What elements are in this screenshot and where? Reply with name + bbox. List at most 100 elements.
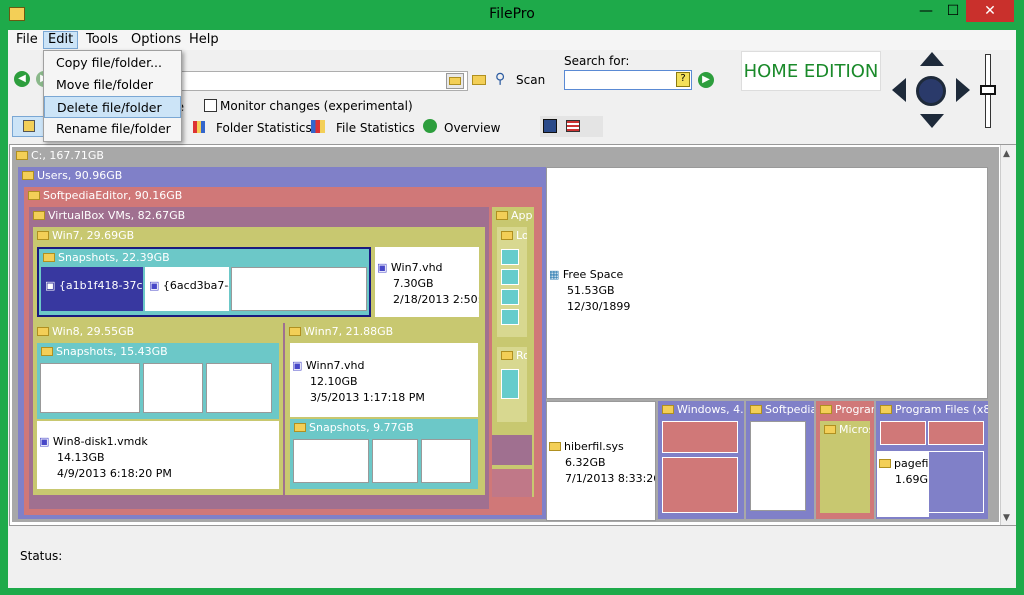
treemap-cell[interactable]	[206, 363, 272, 413]
treemap-softpedia[interactable]: Softpedia	[746, 401, 814, 519]
treemap-block[interactable]	[492, 469, 532, 497]
folder-icon	[496, 211, 508, 220]
back-icon[interactable]: ◀	[14, 71, 30, 87]
vertical-scrollbar[interactable]	[1000, 145, 1016, 525]
folder-icon	[16, 151, 28, 160]
menu-help[interactable]: Help	[185, 32, 223, 50]
nav-down-icon[interactable]	[920, 114, 944, 128]
treemap-lo[interactable]: Lo	[497, 227, 527, 337]
close-button[interactable]: ✕	[966, 0, 1014, 22]
save-toolbar	[540, 116, 603, 137]
treemap-snapshot-b[interactable]: ▣ {6acd3ba7-4	[145, 267, 229, 311]
folder-statistics-button[interactable]: Folder Statistics	[216, 121, 312, 135]
treemap-win8-disk[interactable]: ▣ Win8-disk1.vmdk 14.13GB 4/9/2013 6:18:…	[37, 421, 279, 489]
treemap-cell[interactable]	[501, 309, 519, 325]
scroll-up-icon[interactable]: ▲	[1003, 149, 1010, 159]
windows-label: Windows, 4.9	[677, 403, 744, 416]
zoom-slider[interactable]	[980, 54, 996, 128]
search-help-button[interactable]: ?	[676, 72, 690, 87]
treemap-cell[interactable]	[293, 439, 369, 483]
program-label: Program	[835, 403, 874, 416]
window-title: FilePro	[489, 6, 535, 22]
menu-item-rename[interactable]: Rename file/folder	[44, 118, 181, 140]
scan-button[interactable]: Scan	[516, 73, 545, 87]
treemap-view-button[interactable]	[12, 116, 46, 137]
folder-icon	[294, 423, 306, 432]
treemap-cell[interactable]	[421, 439, 471, 483]
browse-folder-button[interactable]	[446, 73, 464, 89]
treemap-windows[interactable]: Windows, 4.9	[658, 401, 744, 519]
folder-icon	[449, 77, 461, 85]
win7-label: Win7, 29.69GB	[52, 229, 135, 242]
treemap-pagefile[interactable]: pagefil 1.69GB	[877, 451, 929, 517]
treemap-cell[interactable]	[143, 363, 203, 413]
win8-label: Win8, 29.55GB	[52, 325, 135, 338]
winn7-vhd-name: Winn7.vhd	[305, 359, 365, 372]
treemap-microsoft[interactable]: Micros	[820, 421, 870, 513]
navigation-pad[interactable]	[892, 52, 972, 130]
treemap-winn7-vhd[interactable]: ▣ Winn7.vhd 12.10GB 3/5/2013 1:17:18 PM	[290, 343, 478, 417]
win7-vhd-name: Win7.vhd	[390, 261, 443, 274]
win8-disk-name: Win8-disk1.vmdk	[52, 435, 148, 448]
treemap-cell[interactable]	[880, 421, 926, 445]
treemap-win7-vhd[interactable]: ▣ Win7.vhd 7.30GB 2/18/2013 2:50:3	[375, 247, 479, 317]
treemap-hiberfil[interactable]: hiberfil.sys 6.32GB 7/1/2013 8:33:26	[546, 401, 656, 521]
menu-file[interactable]: File	[12, 32, 42, 50]
menu-item-delete[interactable]: Delete file/folder	[44, 96, 181, 118]
treemap-snapshots-2[interactable]: Snapshots, 15.43GB	[37, 343, 279, 419]
menu-options[interactable]: Options	[127, 32, 185, 50]
nav-left-icon[interactable]	[892, 78, 906, 102]
save-icon[interactable]	[543, 119, 557, 133]
treemap-cell[interactable]	[372, 439, 418, 483]
menu-edit[interactable]: Edit	[43, 31, 79, 49]
file-statistics-button[interactable]: File Statistics	[336, 121, 415, 135]
vbox-label: VirtualBox VMs, 82.67GB	[48, 209, 186, 222]
monitor-checkbox[interactable]	[204, 99, 217, 112]
menu-item-move[interactable]: Move file/folder to...	[44, 74, 181, 114]
maximize-button[interactable]: ☐	[940, 0, 966, 22]
menu-tools[interactable]: Tools	[82, 32, 122, 50]
treemap-cell[interactable]	[662, 457, 738, 513]
treemap-cell[interactable]	[501, 269, 519, 285]
overview-button[interactable]: Overview	[444, 121, 501, 135]
search-go-icon[interactable]: ▶	[698, 72, 714, 88]
users-label: Users, 90.96GB	[37, 169, 123, 182]
winn7-label: Winn7, 21.88GB	[304, 325, 394, 338]
treemap-cell[interactable]	[750, 421, 806, 511]
nav-right-icon[interactable]	[956, 78, 970, 102]
nav-up-icon[interactable]	[920, 52, 944, 66]
treemap-cell[interactable]	[928, 451, 984, 513]
treemap-cell[interactable]	[662, 421, 738, 453]
open-folder-icon[interactable]	[472, 75, 486, 85]
minimize-button[interactable]: —	[912, 0, 940, 22]
treemap-program[interactable]: Program Micros	[816, 401, 874, 519]
win8-disk-size: 14.13GB	[57, 451, 105, 464]
snapshot-a-label: {a1b1f418-37c3	[58, 279, 143, 292]
treemap-block[interactable]	[492, 435, 532, 465]
treemap-snapshot-a[interactable]: ▣ {a1b1f418-37c3	[41, 267, 143, 311]
treemap-cell[interactable]	[501, 249, 519, 265]
treemap-snapshots-3[interactable]: Snapshots, 9.77GB	[290, 419, 478, 489]
hiberfil-name: hiberfil.sys	[564, 440, 624, 453]
treemap-cell[interactable]	[501, 289, 519, 305]
treemap-ro[interactable]: Ro	[497, 347, 527, 422]
report-icon[interactable]	[566, 120, 580, 132]
treemap-cell[interactable]	[40, 363, 140, 413]
menu-item-copy[interactable]: Copy file/folder...	[44, 52, 181, 74]
search-input[interactable]	[564, 70, 692, 90]
hiberfil-size: 6.32GB	[565, 456, 606, 469]
treemap-cell[interactable]	[231, 267, 367, 311]
zoom-slider-thumb[interactable]	[980, 85, 996, 95]
program-files-label: Program Files (x86)	[895, 403, 988, 416]
monitor-label: Monitor changes (experimental)	[220, 99, 413, 113]
treemap-snapshots-1[interactable]: Snapshots, 22.39GB ▣ {a1b1f418-37c3 ▣ {6…	[37, 247, 371, 317]
treemap-free-space[interactable]: ▦ Free Space 51.53GB 12/30/1899	[546, 167, 988, 399]
folder-icon	[37, 327, 49, 336]
treemap-cell[interactable]	[501, 369, 519, 399]
treemap[interactable]: C:, 167.71GB Users, 90.96GB SoftpediaEdi…	[9, 144, 1016, 526]
folder-icon	[33, 211, 45, 220]
scroll-down-icon[interactable]: ▼	[1003, 513, 1010, 523]
treemap-cell[interactable]	[928, 421, 984, 445]
nav-center-icon[interactable]	[916, 76, 946, 106]
win7-vhd-date: 2/18/2013 2:50:3	[393, 293, 479, 306]
